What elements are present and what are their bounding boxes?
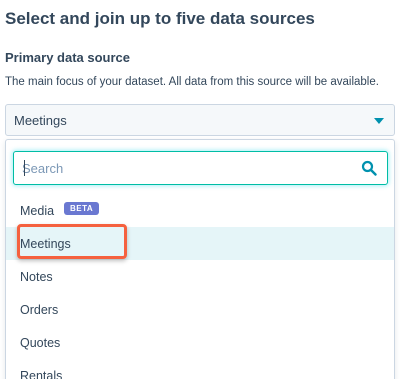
option-orders[interactable]: Orders — [6, 293, 394, 326]
search-icon[interactable] — [361, 160, 377, 176]
option-list: Media BETA Meetings Notes Orders Quotes … — [6, 194, 394, 379]
search-box[interactable] — [13, 151, 388, 185]
primary-source-label: Primary data source — [5, 50, 131, 65]
option-meetings[interactable]: Meetings — [6, 227, 394, 260]
selected-value: Meetings — [14, 113, 67, 128]
option-label: Meetings — [20, 237, 71, 251]
text-cursor — [24, 160, 25, 176]
option-label: Media — [20, 204, 55, 218]
option-rentals[interactable]: Rentals — [6, 359, 394, 379]
caret-down-icon — [374, 118, 384, 124]
dropdown-menu: Media BETA Meetings Notes Orders Quotes … — [5, 139, 395, 379]
primary-source-select[interactable]: Meetings — [5, 104, 395, 136]
option-notes[interactable]: Notes — [6, 260, 394, 293]
option-quotes[interactable]: Quotes — [6, 326, 394, 359]
option-media[interactable]: Media BETA — [6, 194, 394, 227]
page: Select and join up to five data sources … — [0, 0, 400, 379]
search-input[interactable] — [22, 158, 342, 178]
page-title: Select and join up to five data sources — [5, 9, 315, 28]
primary-source-description: The main focus of your dataset. All data… — [5, 76, 379, 88]
option-label: Quotes — [20, 336, 61, 350]
option-label: Notes — [20, 270, 53, 284]
option-label: Orders — [20, 303, 59, 317]
option-label: Rentals — [20, 369, 63, 379]
beta-badge: BETA — [64, 202, 100, 215]
